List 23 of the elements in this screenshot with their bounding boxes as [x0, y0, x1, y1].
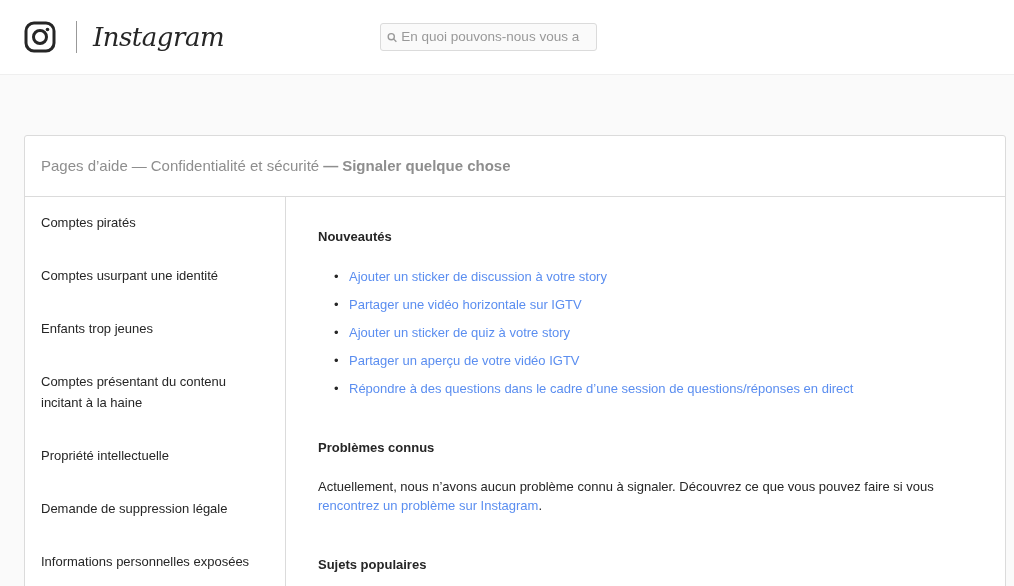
sidebar-item[interactable]: Comptes usurpant une identité [41, 258, 269, 293]
list-bullet: • [334, 323, 340, 342]
sidebar-item[interactable]: Enfants trop jeunes [41, 311, 269, 346]
paragraph: Actuellement, nous n’avons aucun problème connu à signaler. Découvrez ce que vous pouvez faire si vous rencontrez un problème sur Instagram. [318, 478, 935, 515]
list-bullet: • [334, 351, 340, 370]
search-field[interactable]: En quoi pouvons-nous vous a [380, 23, 598, 51]
sidebar-item[interactable]: Comptes présentant du contenu incitant à la haine [41, 364, 269, 420]
section-heading: Sujets populaires [318, 556, 428, 574]
sidebar-item[interactable]: Informations personnelles exposées [41, 544, 269, 579]
breadcrumb-separator: — [323, 155, 339, 176]
sidebar-item[interactable]: Propriété intellectuelle [41, 438, 269, 473]
section-heading: Nouveautés [318, 228, 393, 246]
breadcrumb-current: Signaler quelque chose [342, 155, 511, 176]
camera-logo-icon[interactable] [24, 21, 56, 53]
list-bullet: • [334, 267, 340, 286]
search-icon [387, 31, 398, 43]
breadcrumb-separator: — [131, 155, 147, 176]
sidebar-item[interactable]: Comptes piratés [41, 205, 269, 240]
list-bullet: • [334, 379, 340, 398]
brand-wordmark[interactable]: Instagram [93, 17, 225, 57]
section-heading: Problèmes connus [318, 438, 436, 457]
sidebar-item[interactable]: Demande de suppression légale [41, 491, 269, 526]
list-bullet: • [334, 295, 340, 314]
